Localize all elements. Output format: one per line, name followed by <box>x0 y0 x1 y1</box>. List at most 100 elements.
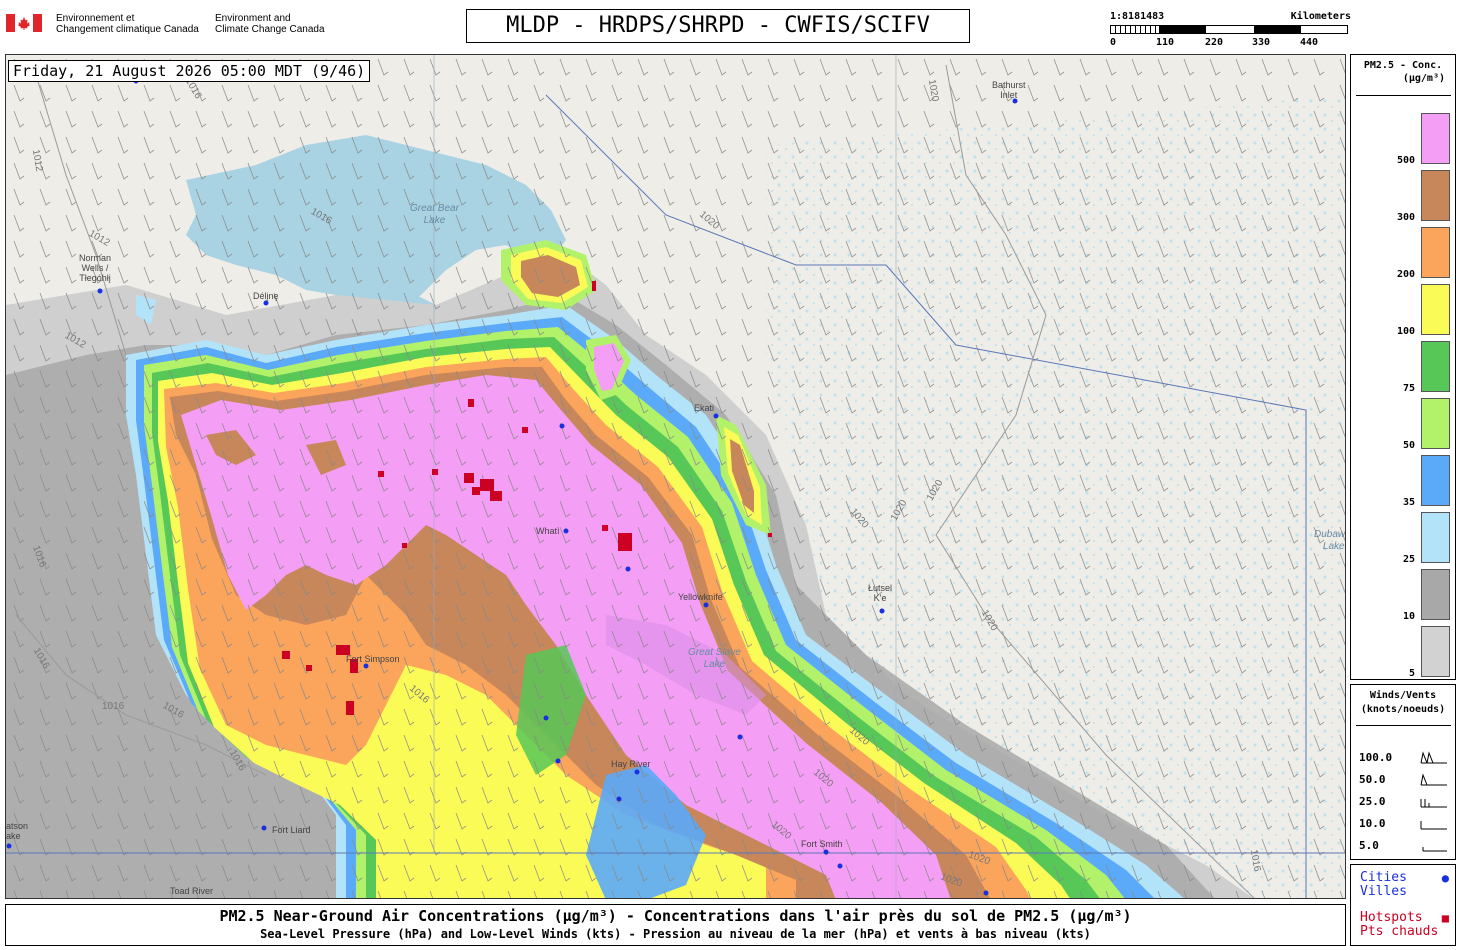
place-deline: Délįnę <box>253 291 279 301</box>
pm25-legend: PM2.5 - Conc. (µg/m³) 500 300 200 100 75 50 35… <box>1350 54 1456 680</box>
legend-swatch <box>1421 626 1450 677</box>
place-label: atson <box>6 821 29 831</box>
city-dot-icon: ● <box>1441 871 1449 885</box>
gov-fr-line1: Environnement et <box>56 13 135 24</box>
canada-flag-icon <box>6 14 42 32</box>
map-canvas <box>6 55 1345 898</box>
header: Environnement et Changement climatique C… <box>0 0 1460 52</box>
scale-tick: 220 <box>1205 37 1224 48</box>
legend-bin-label: 10 <box>1402 611 1415 622</box>
lake-label: Dubawnt <box>1314 529 1346 540</box>
wind-speed-label: 10.0 <box>1359 817 1386 830</box>
place-hay-river: Hay River <box>611 759 651 769</box>
place-fort-smith: Fort Smith <box>801 839 843 849</box>
caption-line2: Sea-Level Pressure (hPa) and Low-Level W… <box>260 927 1091 941</box>
wind-speed-label: 5.0 <box>1359 839 1379 852</box>
lake-label: Lake <box>703 659 726 670</box>
scale-unit: Kilometers <box>1290 11 1351 22</box>
scale-bar-graphic <box>1110 25 1348 34</box>
lake-label: Lake <box>423 215 446 226</box>
lake-label: Lake <box>1322 541 1345 552</box>
place-label: Łutsel <box>868 583 893 593</box>
place-watson-lake: atson ake <box>6 821 28 841</box>
place-label: Bathurst <box>992 80 1026 90</box>
legend-swatch <box>1421 398 1450 449</box>
place-label: ake <box>6 831 21 841</box>
legend-swatch <box>1421 227 1450 278</box>
caption-line1: PM2.5 Near-Ground Air Concentrations (µg… <box>219 907 1132 925</box>
scale-bar: 1:8181483 Kilometers 0 110 220 330 440 <box>1110 11 1355 51</box>
wind-legend: Winds/Vents (knots/noeuds) 100.0 50.0 25… <box>1350 684 1456 860</box>
government-name-fr: Environnement et Changement climatique C… <box>56 13 199 35</box>
wind-speed-label: 100.0 <box>1359 751 1393 764</box>
wind-barb-10-icon <box>1420 821 1447 830</box>
scale-tick: 110 <box>1156 37 1175 48</box>
forecast-datetime: Friday, 21 August 2026 05:00 MDT (9/46) <box>8 60 371 82</box>
scale-tick: 440 <box>1300 37 1319 48</box>
map-panel[interactable]: Norman Wells / Tłegóhłį Délįnę Whatì Yel… <box>5 54 1346 899</box>
legend-swatch <box>1421 512 1450 563</box>
scale-tick: 330 <box>1252 37 1271 48</box>
hotspots-key: Hotspots Pts chauds <box>1360 911 1438 939</box>
lake-label: Great Bear <box>410 203 459 214</box>
wind-title-line: (knots/noeuds) <box>1360 704 1446 715</box>
legend-bin-label: 200 <box>1396 269 1415 280</box>
place-label: Wells / <box>81 263 109 273</box>
legend-bin-label: 100 <box>1396 326 1415 337</box>
legend-swatch <box>1421 170 1450 221</box>
place-whati: Whatì <box>536 526 560 536</box>
lake-label-great-bear: Great Bear Lake <box>410 203 459 227</box>
gov-fr-line2: Changement climatique Canada <box>56 24 199 35</box>
lake-label-great-slave: Great Slave Lake <box>688 647 741 671</box>
legend-bin-label: 300 <box>1396 212 1415 223</box>
isobar-label: 1016 <box>102 701 125 712</box>
place-label: K'e <box>873 593 887 603</box>
place-label: Norman <box>79 253 112 263</box>
legend-bin-label: 50 <box>1402 440 1415 451</box>
legend-title-line: PM2.5 - Conc. <box>1363 60 1443 71</box>
cities-key: Cities Villes <box>1360 871 1407 899</box>
wind-title-line: Winds/Vents <box>1369 690 1437 701</box>
legend-swatch <box>1421 569 1450 620</box>
cities-key-label: Cities <box>1360 870 1407 885</box>
wind-speed-label: 25.0 <box>1359 795 1386 808</box>
place-label: Inlet <box>1000 90 1018 100</box>
product-title: MLDP - HRDPS/SHRPD - CWFIS/SCIFV <box>466 9 970 43</box>
legend-bin-label: 5 <box>1408 668 1415 679</box>
place-yellowknife: Yellowknife <box>678 592 723 602</box>
place-norman-wells: Norman Wells / Tłegóhłį <box>79 253 111 283</box>
place-label: Tłegóhłį <box>79 273 111 283</box>
legend-swatch <box>1421 341 1450 392</box>
wind-barb-25-icon <box>1420 799 1447 808</box>
hotspots-key-label: Hotspots <box>1360 910 1423 925</box>
legend-bin-label: 500 <box>1396 155 1415 166</box>
government-name-en: Environment and Climate Change Canada <box>215 13 325 35</box>
lake-label: Great Slave <box>688 647 741 658</box>
footer-caption: PM2.5 Near-Ground Air Concentrations (µg… <box>5 904 1346 946</box>
scale-tick: 0 <box>1110 37 1117 48</box>
wind-speed-label: 50.0 <box>1359 773 1386 786</box>
place-ekati: Ekati <box>694 403 715 413</box>
place-toad-river: Toad River <box>170 886 214 896</box>
legend-swatch <box>1421 455 1450 506</box>
wind-barb-50-icon <box>1420 773 1447 786</box>
legend-title-line: (µg/m³) <box>1402 73 1445 84</box>
legend-bin-label: 35 <box>1402 497 1415 508</box>
hotspots-key-label: Pts chauds <box>1360 924 1439 939</box>
gov-en-line1: Environment and <box>215 13 291 24</box>
lake-label-dubawnt: Dubawnt Lake <box>1314 529 1346 553</box>
wind-legend-title: Winds/Vents (knots/noeuds) <box>1351 689 1455 717</box>
wind-barb-5-icon <box>1422 847 1447 852</box>
legend-swatch <box>1421 284 1450 335</box>
legend-swatch <box>1421 113 1450 164</box>
legend-title: PM2.5 - Conc. (µg/m³) <box>1351 59 1455 85</box>
gov-en-line2: Climate Change Canada <box>215 24 325 35</box>
legend-bin-label: 25 <box>1402 554 1415 565</box>
place-bathurst-inlet: Bathurst Inlet <box>992 80 1026 100</box>
cities-key-label: Villes <box>1360 884 1407 899</box>
wind-barb-100-icon <box>1420 751 1447 764</box>
legend-bin-label: 75 <box>1402 383 1415 394</box>
map-key: Cities Villes ● Hotspots Pts chauds ■ <box>1350 864 1456 946</box>
place-fort-simpson: Fort Simpson <box>346 654 400 664</box>
place-lutsel-ke: Łutsel K'e <box>868 583 892 603</box>
